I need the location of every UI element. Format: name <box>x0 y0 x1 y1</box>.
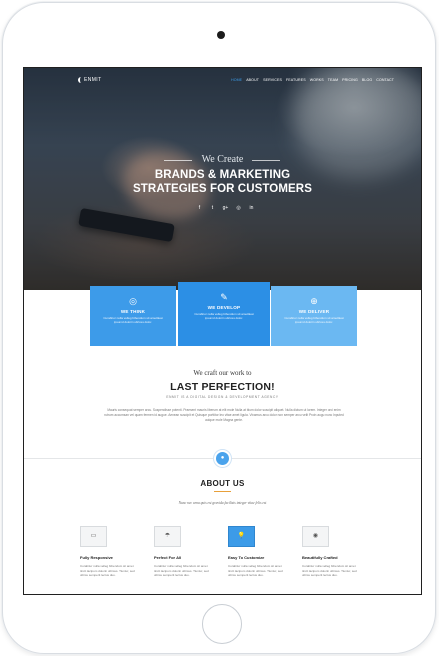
card-title: WE DELIVER <box>298 309 330 314</box>
camera-dot <box>217 31 225 39</box>
hero-section: ENMIT HOME ABOUT SERVICES FEATURES WORKS… <box>24 68 421 290</box>
facebook-icon[interactable]: f <box>196 205 203 211</box>
card-we-deliver[interactable]: ⊕ WE DELIVER Curabitur nulla velleg bibe… <box>271 286 357 346</box>
feature-cards: ◎ WE THINK Curabitur nulla velleg bibend… <box>24 282 421 351</box>
monitor-icon: ▭ <box>80 526 107 547</box>
feature-title: Fully Responsive <box>80 555 113 560</box>
hero-title-line2: STRATEGIES FOR CUSTOMERS <box>133 183 312 195</box>
menu-item-about[interactable]: ABOUT <box>246 78 259 82</box>
feature-beautifully-crafted: ◉ Beautifully Crafted Curabitur nulla ve… <box>302 526 362 578</box>
card-description: Curabitur nulla velleg bibendum sit amet… <box>194 312 254 320</box>
social-links: f t g+ ◎ in <box>196 205 255 211</box>
agency-tagline: ENMIT IS A DIGITAL DESIGN & DEVELOPMENT … <box>166 395 279 399</box>
perfection-kicker: We craft our work to <box>193 369 252 377</box>
feature-description: Curabitur nulla velleg bibendum sit amet… <box>302 564 357 577</box>
logo-icon <box>78 77 82 83</box>
about-underline <box>214 491 231 492</box>
globe-icon: ⊕ <box>310 296 318 306</box>
feature-title: Perfect For All <box>154 555 182 560</box>
about-title: ABOUT US <box>200 479 245 488</box>
card-we-think[interactable]: ◎ WE THINK Curabitur nulla velleg bibend… <box>90 286 176 346</box>
about-features: ▭ Fully Responsive Curabitur nulla velle… <box>80 526 380 594</box>
user-icon: ● <box>214 450 231 467</box>
perfection-paragraph: Mauris consequat semper arcu. Suspendiss… <box>104 408 344 422</box>
feature-perfect-for-all: ☂ Perfect For All Curabitur nulla velleg… <box>154 526 214 578</box>
logo[interactable]: ENMIT <box>78 77 102 83</box>
home-button[interactable] <box>202 604 242 644</box>
menu-item-services[interactable]: SERVICES <box>263 78 282 82</box>
dribbble-icon[interactable]: ◎ <box>235 205 242 211</box>
menu-item-home[interactable]: HOME <box>231 78 242 82</box>
menu-item-blog[interactable]: BLOG <box>362 78 372 82</box>
card-we-develop[interactable]: ✎ WE DEVELOP Curabitur nulla velleg bibe… <box>178 282 270 346</box>
main-menu: HOME ABOUT SERVICES FEATURES WORKS TEAM … <box>231 78 394 82</box>
top-nav: ENMIT HOME ABOUT SERVICES FEATURES WORKS… <box>24 77 421 89</box>
feature-fully-responsive: ▭ Fully Responsive Curabitur nulla velle… <box>80 526 140 578</box>
logo-text: ENMIT <box>84 77 102 83</box>
hero-title-line1: BRANDS & MARKETING <box>154 169 291 181</box>
feature-easy-to-customize: 💡 Easy To Customize Curabitur nulla vell… <box>228 526 288 578</box>
menu-item-team[interactable]: TEAM <box>328 78 338 82</box>
linkedin-icon[interactable]: in <box>248 205 255 211</box>
eye-icon: ◉ <box>302 526 329 547</box>
feature-title: Easy To Customize <box>228 555 265 560</box>
pencil-icon: ✎ <box>220 292 228 302</box>
feature-description: Curabitur nulla velleg bibendum sit amet… <box>228 564 283 577</box>
website-screen: ENMIT HOME ABOUT SERVICES FEATURES WORKS… <box>23 67 422 595</box>
feature-title: Beautifully Crafted <box>302 555 338 560</box>
card-title: WE THINK <box>120 309 146 314</box>
hero-subtitle: We Create <box>201 154 244 165</box>
lightbulb-icon: 💡 <box>228 526 255 547</box>
menu-item-pricing[interactable]: PRICING <box>342 78 358 82</box>
perfection-title: LAST PERFECTION! <box>170 381 275 393</box>
google-plus-icon[interactable]: g+ <box>222 205 229 211</box>
hero-subtitle-line-right <box>252 160 280 161</box>
twitter-icon[interactable]: t <box>209 205 216 211</box>
feature-description: Curabitur nulla velleg bibendum sit amet… <box>80 564 135 577</box>
menu-item-contact[interactable]: CONTACT <box>376 78 394 82</box>
card-title: WE DEVELOP <box>207 305 241 310</box>
feature-description: Curabitur nulla velleg bibendum sit amet… <box>154 564 209 577</box>
card-description: Curabitur nulla velleg bibendum sit amet… <box>284 316 344 324</box>
target-icon: ◎ <box>129 296 137 306</box>
menu-item-features[interactable]: FEATURES <box>286 78 306 82</box>
umbrella-icon: ☂ <box>154 526 181 547</box>
tablet-frame: ENMIT HOME ABOUT SERVICES FEATURES WORKS… <box>2 2 436 654</box>
about-tagline: Nunc nec urna quis est gravida facilisis… <box>178 501 267 505</box>
card-description: Curabitur nulla velleg bibendum sit amet… <box>103 316 163 324</box>
menu-item-works[interactable]: WORKS <box>310 78 324 82</box>
